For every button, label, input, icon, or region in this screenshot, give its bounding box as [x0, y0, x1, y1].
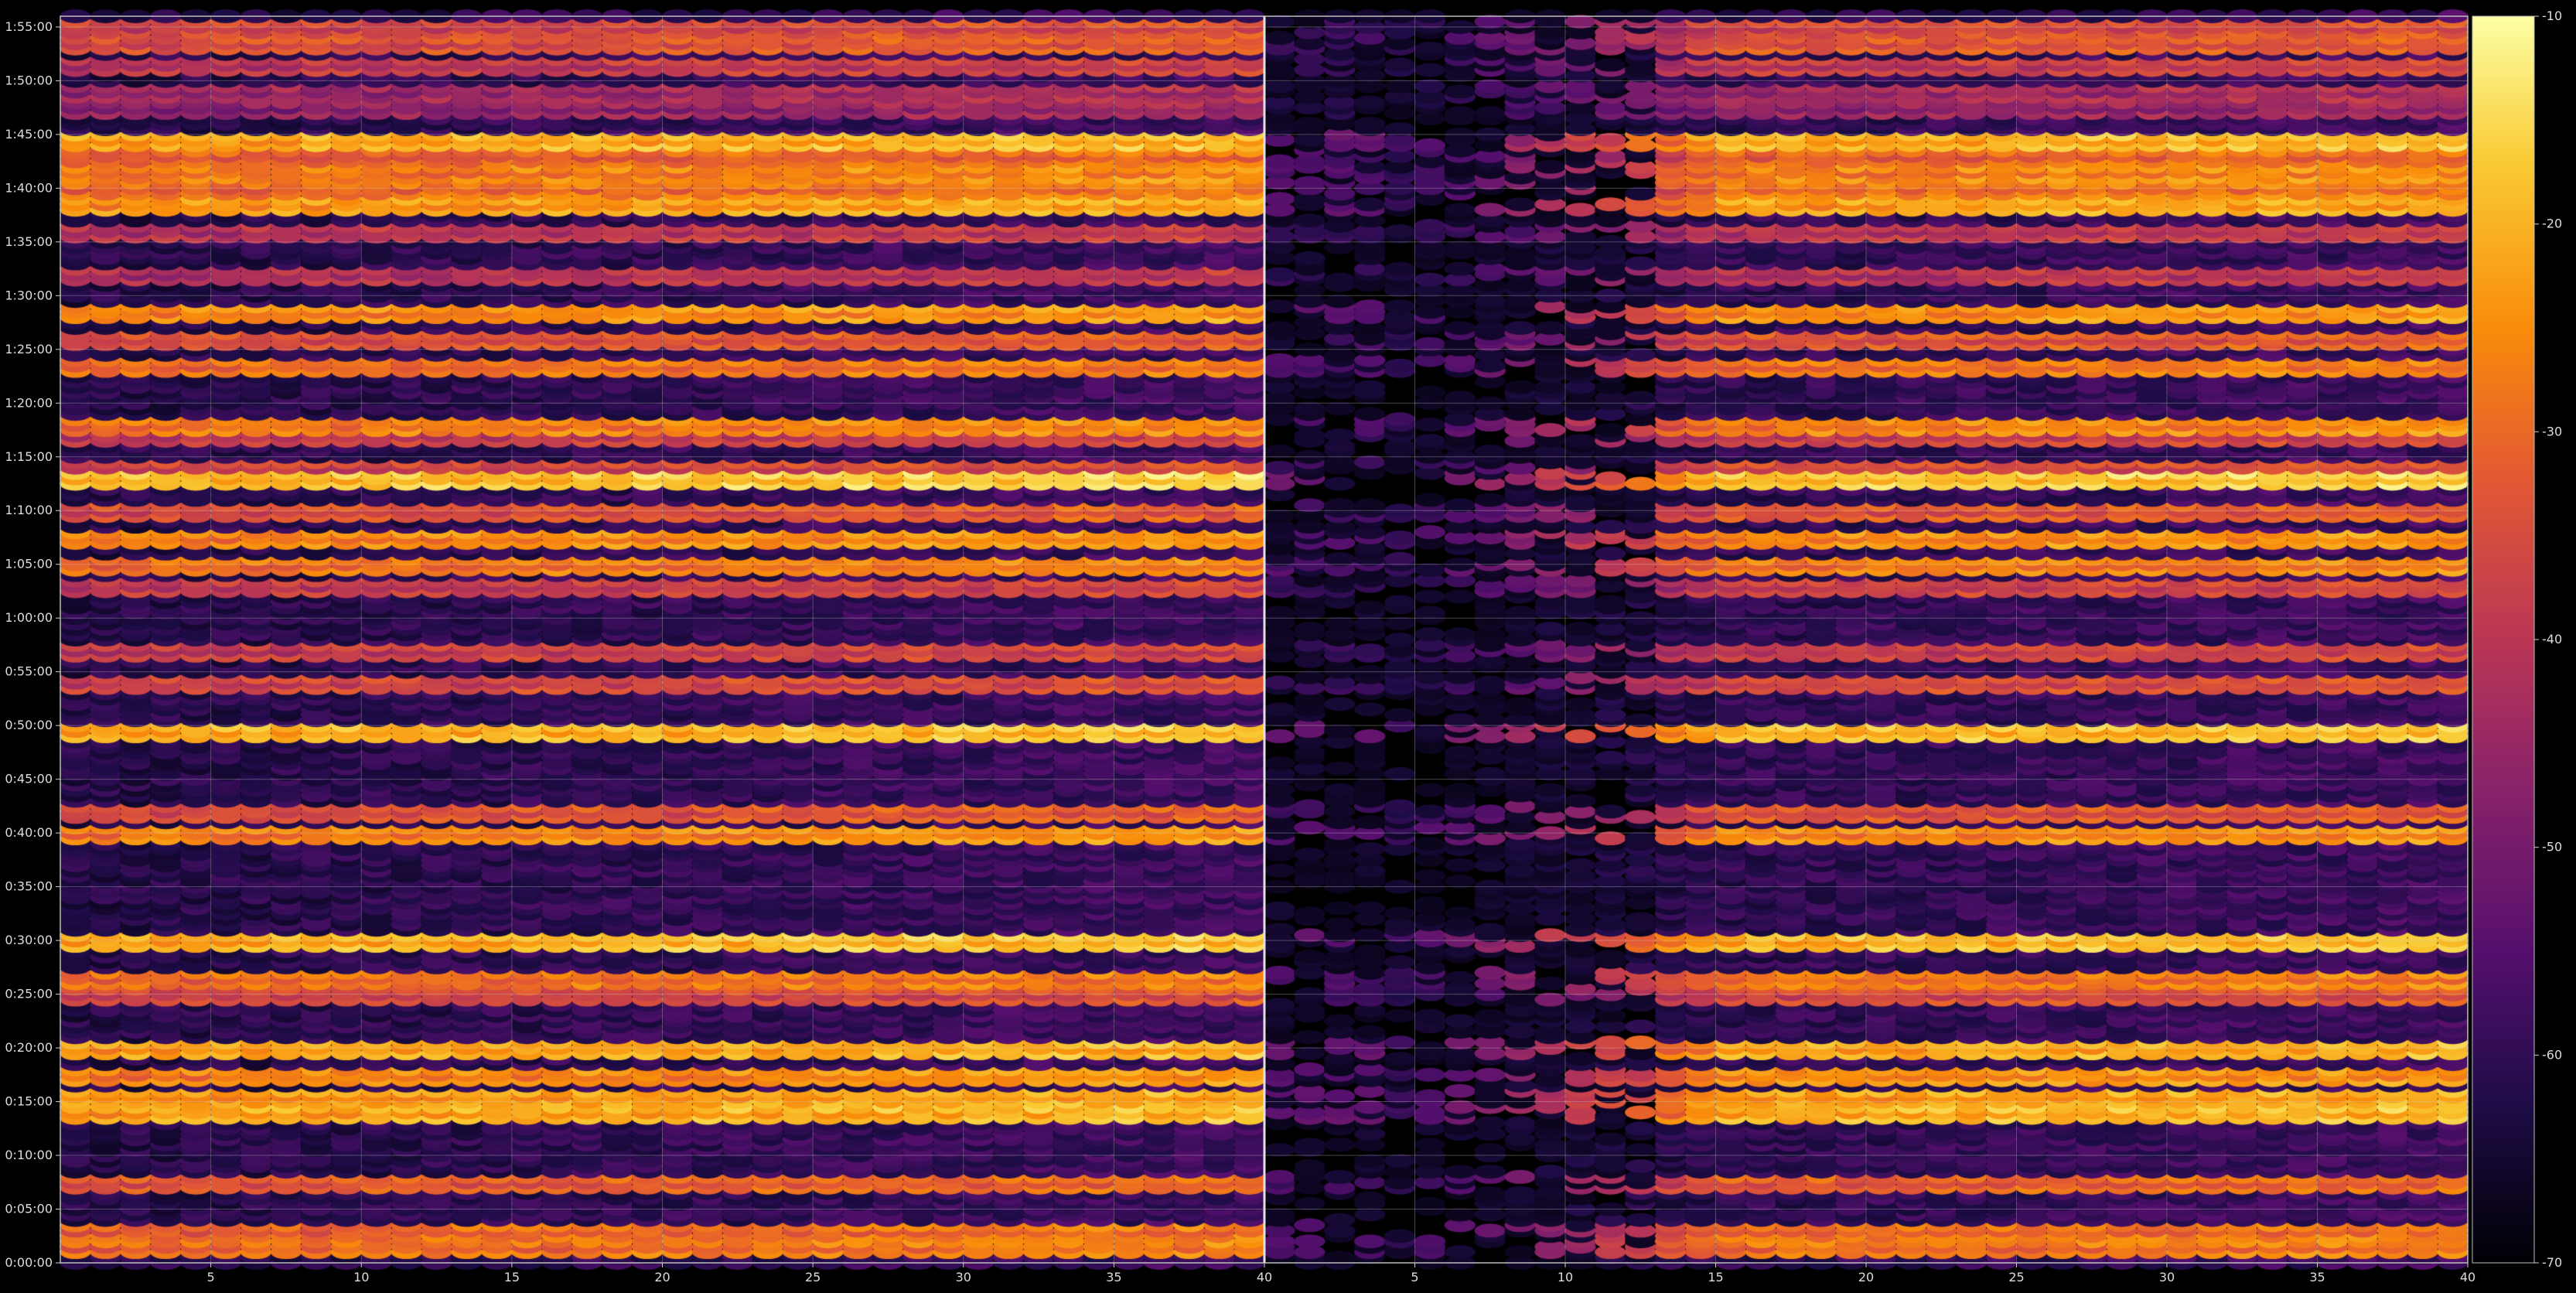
axes-overlay: 0:00:00 0:05:00 0:10:00 0:15:00 0:20:00 0:25:… [5, 9, 2562, 1284]
y-tick-label: 0:55:00 [5, 664, 53, 679]
x-tick-label: 35 [1106, 1270, 1121, 1284]
x-tick-label: 40 [1257, 1270, 1272, 1284]
y-tick-label: 1:15:00 [5, 449, 53, 464]
x-tick-label: 35 [2309, 1270, 2325, 1284]
y-tick-label: 1:25:00 [5, 342, 53, 357]
x-tick-label: 5 [207, 1270, 215, 1284]
y-tick-label: 0:00:00 [5, 1255, 53, 1270]
y-tick-label: 0:20:00 [5, 1040, 53, 1055]
colorbar-tick-label: -70 [2542, 1255, 2562, 1270]
x-tick-label: 15 [1708, 1270, 1723, 1284]
y-tick-label: 1:35:00 [5, 234, 53, 249]
x-tick-label: 40 [2460, 1270, 2475, 1284]
colorbar-tick-label: -30 [2542, 424, 2562, 438]
colorbar-tick-label: -20 [2542, 217, 2562, 231]
y-tick-label: 1:20:00 [5, 395, 53, 410]
y-tick-label: 1:10:00 [5, 503, 53, 517]
y-tick-label: 0:30:00 [5, 933, 53, 947]
x-tick-label: 10 [353, 1270, 369, 1284]
y-tick-label: 0:10:00 [5, 1148, 53, 1162]
y-tick-label: 1:40:00 [5, 180, 53, 195]
y-tick-label: 0:25:00 [5, 987, 53, 1001]
x-tick-label: 20 [1858, 1270, 1874, 1284]
x-tick-label: 25 [805, 1270, 821, 1284]
y-tick-label: 1:05:00 [5, 557, 53, 571]
x-tick-label: 30 [2159, 1270, 2175, 1284]
y-tick-label: 1:00:00 [5, 610, 53, 625]
y-tick-label: 0:05:00 [5, 1202, 53, 1216]
x-tick-label: 15 [504, 1270, 520, 1284]
y-tick-label: 0:15:00 [5, 1094, 53, 1109]
x-tick-label: 30 [956, 1270, 971, 1284]
y-tick-label: 0:50:00 [5, 718, 53, 732]
spectrogram-figure: 0:00:00 0:05:00 0:10:00 0:15:00 0:20:00 0:25:… [0, 0, 2576, 1293]
x-tick-label: 25 [2008, 1270, 2024, 1284]
colorbar-tick-label: -60 [2542, 1047, 2562, 1062]
x-tick-label: 20 [654, 1270, 670, 1284]
y-tick-label: 1:45:00 [5, 127, 53, 142]
colorbar-tick-label: -10 [2542, 9, 2562, 23]
y-tick-label: 0:35:00 [5, 879, 53, 894]
y-tick-label: 1:50:00 [5, 73, 53, 87]
y-tick-label: 0:40:00 [5, 825, 53, 840]
x-tick-label: 5 [1411, 1270, 1418, 1284]
y-tick-label: 1:30:00 [5, 288, 53, 302]
y-tick-label: 0:45:00 [5, 772, 53, 786]
colorbar-frame [2472, 15, 2535, 1264]
colorbar-tick-label: -50 [2542, 840, 2562, 855]
y-tick-label: 1:55:00 [5, 19, 53, 34]
colorbar-tick-label: -40 [2542, 632, 2562, 646]
x-tick-label: 10 [1558, 1270, 1573, 1284]
